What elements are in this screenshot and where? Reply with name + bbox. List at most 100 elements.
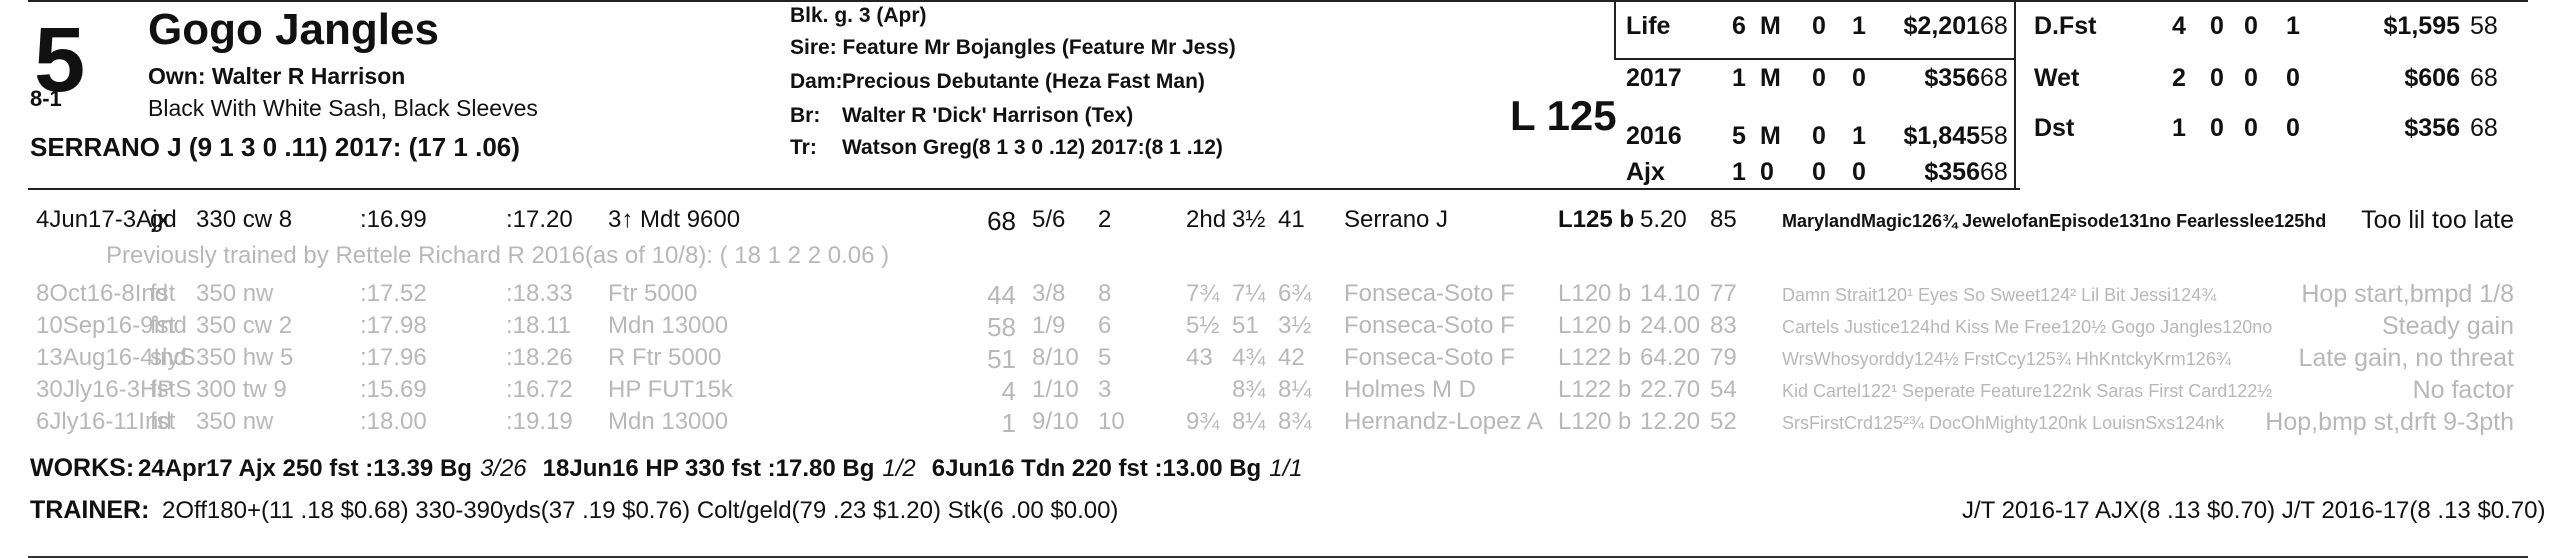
race-jockey: Hernandz-Lopez A [1344, 408, 1543, 435]
race-start: 5 [1098, 344, 1112, 371]
race-company: WrsWhosyorddy124½ FrstCcy125¾ HhKntckyKr… [1782, 349, 2231, 369]
race-weight: L122 b [1558, 344, 1632, 371]
race-finish: 41 [1278, 206, 1305, 233]
race-post-position: 8/10 [1032, 344, 1079, 371]
record-shows: 0 [1852, 158, 1866, 186]
record-speed-fig: 68 [2470, 64, 2498, 92]
record-wins: M [1760, 122, 1781, 150]
race-condition: fst [150, 280, 176, 307]
work-rank: 1/2 [882, 455, 916, 482]
race-distance: 350 nw [196, 280, 274, 307]
race-class: 3↑ Mdt 9600 [608, 206, 741, 233]
record-places: 0 [1812, 158, 1826, 186]
dam-label: Dam: [790, 70, 843, 93]
record-wins: 0 [2210, 12, 2224, 40]
race-comment: Too lil too late [2361, 206, 2514, 234]
race-call-1: 7¾ [1186, 280, 1220, 307]
race-date: 8Oct16-8Ind [36, 280, 169, 307]
work-entry: 18Jun16 HP 330 fst :17.80 Bg [542, 455, 875, 482]
race-fraction-1: :17.96 [360, 344, 427, 371]
race-speed-fig: 4 [1001, 376, 1016, 406]
record-box-bottom [1614, 58, 2016, 60]
race-fraction-1: :17.52 [360, 280, 427, 307]
race-condition: fstS [150, 376, 192, 403]
record-label: Wet [2034, 64, 2080, 92]
race-comment: Hop start,bmpd 1/8 [2301, 280, 2514, 308]
race-call-1: 5½ [1186, 312, 1220, 339]
race-start: 2 [1098, 206, 1112, 233]
record-places: 0 [1812, 64, 1826, 92]
record-places: 0 [2244, 12, 2258, 40]
race-fraction-2: :16.72 [506, 376, 573, 403]
race-call-2: 8¾ [1232, 376, 1266, 403]
race-finish: 6¾ [1278, 280, 1312, 307]
record-earnings: $606 [2404, 64, 2460, 92]
horse-name: Gogo Jangles [148, 5, 439, 54]
race-distance: 350 cw 2 [196, 312, 293, 339]
record-wins: 0 [1760, 158, 1774, 186]
record-starts: 1 [1732, 158, 1746, 186]
record-label: Ajx [1626, 158, 1665, 186]
record-starts: 1 [2172, 114, 2186, 142]
record-earnings: $356 [1924, 158, 1980, 186]
record-shows: 0 [2286, 64, 2300, 92]
record-starts: 6 [1732, 12, 1746, 40]
record-earnings: $1,595 [2383, 12, 2460, 40]
record-box-left [1614, 2, 1616, 60]
race-speed: 54 [1710, 376, 1737, 403]
record-starts: 4 [2172, 12, 2186, 40]
race-speed: 85 [1710, 206, 1737, 233]
record-earnings: $356 [2404, 114, 2460, 142]
race-distance: 350 hw 5 [196, 344, 294, 371]
record-places: 0 [1812, 12, 1826, 40]
race-jockey: Fonseca-Soto F [1344, 280, 1515, 307]
race-condition: fst [150, 312, 176, 339]
works-label: WORKS: [30, 454, 135, 482]
race-speed: 52 [1710, 408, 1737, 435]
jockey-stats: SERRANO J (9 1 3 0 .11) 2017: (17 1 .06) [30, 132, 520, 162]
race-condition: slyS [150, 344, 196, 371]
race-call-2: 51 [1232, 312, 1259, 339]
trainer-change-note: Previously trained by Rettele Richard R … [106, 242, 890, 269]
race-post-position: 3/8 [1032, 280, 1066, 307]
section-rule [28, 188, 2020, 190]
record-speed-fig: 58 [2470, 12, 2498, 40]
race-odds: 14.10 [1640, 280, 1701, 307]
race-post-position: 1/9 [1032, 312, 1066, 339]
race-call-1: 43 [1186, 344, 1213, 371]
trainer: Watson Greg(8 1 3 0 .12) 2017:(8 1 .12) [842, 136, 1223, 159]
record-wins: 0 [2210, 64, 2224, 92]
race-fraction-2: :19.19 [506, 408, 573, 435]
race-class: R Ftr 5000 [608, 344, 722, 371]
race-finish: 8¼ [1278, 376, 1312, 403]
race-odds: 22.70 [1640, 376, 1701, 403]
work-entry: 24Apr17 Ajx 250 fst :13.39 Bg [138, 455, 472, 482]
race-fraction-2: :18.11 [506, 312, 571, 339]
record-wins: M [1760, 12, 1781, 40]
race-weight: L122 b [1558, 376, 1632, 403]
record-shows: 1 [2286, 12, 2300, 40]
record-places: 0 [2244, 114, 2258, 142]
race-class: Mdn 13000 [608, 408, 729, 435]
race-fraction-2: :17.20 [506, 206, 573, 233]
breeder-label: Br: [790, 104, 821, 127]
record-label: 2016 [1626, 122, 1682, 150]
race-class: Mdn 13000 [608, 312, 729, 339]
race-weight: L125 b [1558, 206, 1635, 233]
record-label: Dst [2034, 114, 2075, 142]
work-rank: 1/1 [1269, 455, 1303, 482]
record-earnings: $2,201 [1903, 12, 1980, 40]
race-odds: 5.20 [1640, 206, 1687, 233]
race-post-position: 9/10 [1032, 408, 1079, 435]
race-speed-fig: 58 [987, 312, 1016, 342]
race-call-1: 9¾ [1186, 408, 1220, 435]
race-call-2: 8¼ [1232, 408, 1266, 435]
race-start: 8 [1098, 280, 1112, 307]
record-speed-fig: 68 [1980, 12, 2008, 40]
race-call-2: 7¼ [1232, 280, 1266, 307]
record-starts: 5 [1732, 122, 1746, 150]
race-comment: Late gain, no threat [2298, 344, 2514, 372]
race-finish: 3½ [1278, 312, 1312, 339]
race-company: Damn Strait120¹ Eyes So Sweet124² Lil Bi… [1782, 285, 2217, 305]
record-speed-fig: 58 [1980, 122, 2008, 150]
